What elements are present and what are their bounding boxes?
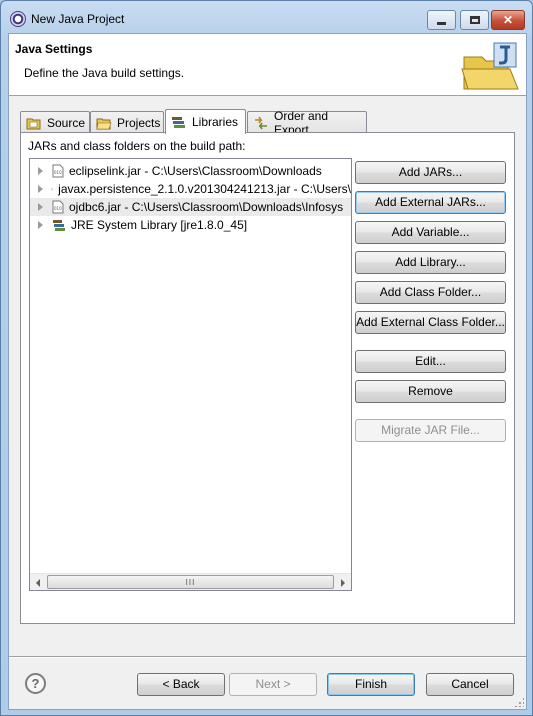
tab-libraries[interactable]: Libraries (165, 109, 246, 134)
next-button[interactable]: Next > (229, 673, 317, 696)
title-bar[interactable]: New Java Project ✕ (1, 1, 532, 33)
cancel-button[interactable]: Cancel (426, 673, 514, 696)
add-external-class-folder-button[interactable]: Add External Class Folder... (355, 311, 506, 334)
order-export-icon (255, 116, 267, 129)
expand-arrow-icon[interactable] (38, 167, 44, 175)
page-title: Java Settings (15, 42, 93, 56)
tab-projects-label: Projects (117, 115, 161, 130)
scroll-left-icon[interactable] (36, 579, 40, 587)
edit-button[interactable]: Edit... (355, 350, 506, 373)
tree-item-label: JRE System Library [jre1.8.0_45] (71, 218, 248, 232)
dialog-body: Java Settings Define the Java build sett… (8, 33, 527, 710)
migrate-jar-button[interactable]: Migrate JAR File... (355, 419, 506, 442)
svg-text:010: 010 (54, 170, 62, 175)
libraries-panel: JARs and class folders on the build path… (20, 132, 515, 624)
add-library-button[interactable]: Add Library... (355, 251, 506, 274)
footer-separator (9, 656, 526, 658)
jar-icon: 010 (52, 164, 64, 178)
tree-item-eclipselink[interactable]: 010 eclipselink.jar - C:\Users\Classroom… (30, 162, 351, 180)
eclipse-icon (10, 11, 26, 27)
remove-button[interactable]: Remove (355, 380, 506, 403)
tree-item-label: ojdbc6.jar - C:\Users\Classroom\Download… (69, 200, 344, 214)
dialog-window: New Java Project ✕ Java Settings Define … (0, 0, 533, 716)
source-folder-icon (26, 118, 41, 129)
help-icon[interactable]: ? (25, 673, 46, 694)
projects-folder-icon (96, 118, 112, 129)
expand-arrow-icon[interactable] (38, 203, 44, 211)
jar-icon: 010 (51, 187, 53, 190)
tab-source[interactable]: Source (20, 111, 90, 133)
minimize-icon (437, 21, 446, 25)
scroll-thumb[interactable]: III (47, 575, 334, 589)
tab-projects[interactable]: Projects (90, 111, 164, 133)
tree-item-javax-persistence[interactable]: 010 javax.persistence_2.1.0.v20130424121… (30, 180, 351, 198)
horizontal-scrollbar[interactable]: III (30, 573, 351, 590)
close-button[interactable]: ✕ (491, 10, 525, 30)
tree-item-ojdbc6[interactable]: 010 ojdbc6.jar - C:\Users\Classroom\Down… (30, 198, 351, 216)
tree-item-label: javax.persistence_2.1.0.v201304241213.ja… (58, 182, 351, 196)
library-icon (53, 220, 65, 231)
tab-libraries-label: Libraries (192, 115, 239, 129)
add-external-jars-button[interactable]: Add External JARs... (355, 191, 506, 214)
wizard-header: Java Settings Define the Java build sett… (9, 34, 526, 96)
window-title: New Java Project (31, 12, 125, 26)
add-class-folder-button[interactable]: Add Class Folder... (355, 281, 506, 304)
finish-button[interactable]: Finish (327, 673, 415, 696)
java-project-wizard-icon (461, 42, 519, 90)
add-variable-button[interactable]: Add Variable... (355, 221, 506, 244)
build-path-tree[interactable]: 010 eclipselink.jar - C:\Users\Classroom… (29, 158, 352, 591)
tab-source-label: Source (47, 115, 86, 130)
expand-arrow-icon[interactable] (38, 221, 44, 229)
close-icon: ✕ (502, 13, 514, 27)
expand-arrow-icon[interactable] (38, 185, 44, 193)
build-path-caption: JARs and class folders on the build path… (28, 139, 246, 153)
page-description: Define the Java build settings. (24, 66, 185, 80)
tree-item-jre-system-library[interactable]: JRE System Library [jre1.8.0_45] (30, 216, 351, 234)
tab-order-export[interactable]: Order and Export (247, 109, 367, 137)
maximize-button[interactable] (460, 10, 489, 30)
back-button[interactable]: < Back (137, 673, 225, 696)
libraries-icon (172, 117, 185, 128)
scroll-right-icon[interactable] (341, 579, 345, 587)
maximize-icon (469, 16, 480, 24)
jar-icon: 010 (52, 200, 64, 214)
tree-item-label: eclipselink.jar - C:\Users\Classroom\Dow… (69, 164, 322, 178)
svg-text:010: 010 (54, 206, 62, 211)
resize-grip-icon[interactable] (514, 697, 524, 707)
minimize-button[interactable] (427, 10, 456, 30)
add-jars-button[interactable]: Add JARs... (355, 161, 506, 184)
